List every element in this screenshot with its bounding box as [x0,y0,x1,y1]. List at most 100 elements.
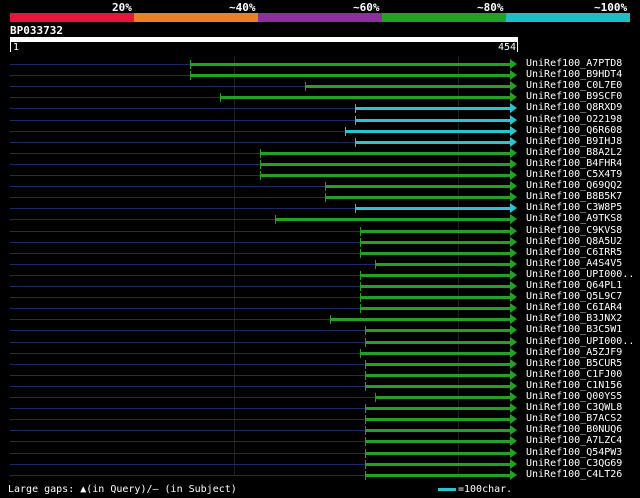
hit-end-arrow-icon [510,358,517,369]
hit-name-link[interactable]: UniRef100_Q5L9C7 [526,291,622,302]
hit-unaligned-line [10,219,275,221]
hit-unaligned-line [10,230,360,232]
hit-alignment-bar[interactable] [375,396,510,399]
hit-name-link[interactable]: UniRef100_Q69QQ2 [526,180,622,191]
hit-name-link[interactable]: UniRef100_B9SCF0 [526,91,622,102]
hit-name-link[interactable]: UniRef100_A5ZJF9 [526,347,622,358]
hit-alignment-bar[interactable] [365,340,510,344]
hit-name-link[interactable]: UniRef100_A4S4V5 [526,258,622,269]
hit-row[interactable]: UniRef100_C4LT26 [0,469,640,481]
hit-unaligned-line [10,152,260,154]
hit-alignment-bar[interactable] [365,429,510,433]
hit-unaligned-line [10,197,325,199]
hit-name-link[interactable]: UniRef100_Q64PL1 [526,280,622,291]
hit-alignment-bar[interactable] [365,462,510,466]
hit-name-link[interactable]: UniRef100_UPI000.. [526,336,634,347]
hit-alignment-bar[interactable] [305,85,510,89]
hit-alignment-bar[interactable] [375,262,510,266]
hit-unaligned-line [10,75,190,77]
hit-name-link[interactable]: UniRef100_C1FJ00 [526,369,622,380]
hit-name-link[interactable]: UniRef100_B9IHJ8 [526,136,622,147]
hit-alignment-bar[interactable] [365,329,510,333]
hit-alignment-bar[interactable] [360,251,510,255]
hit-alignment-bar[interactable] [275,218,510,222]
hit-name-link[interactable]: UniRef100_Q54PW3 [526,447,622,458]
hit-end-arrow-icon [510,392,517,402]
hit-alignment-bar[interactable] [355,140,510,144]
hit-name-link[interactable]: UniRef100_C1N156 [526,380,622,391]
hit-alignment-bar[interactable] [360,229,510,233]
hit-alignment-bar[interactable] [330,318,510,322]
hit-unaligned-line [10,441,365,443]
hit-unaligned-line [10,108,355,110]
hit-alignment-bar[interactable] [325,196,510,200]
hit-name-link[interactable]: UniRef100_A7LZC4 [526,435,622,446]
hit-unaligned-line [10,408,365,410]
hit-alignment-bar[interactable] [190,74,510,78]
hit-name-link[interactable]: UniRef100_C3W8P5 [526,202,622,213]
hit-alignment-bar[interactable] [360,307,510,311]
hit-name-link[interactable]: UniRef100_A9TKS8 [526,213,622,224]
hit-name-link[interactable]: UniRef100_B4FHR4 [526,158,622,169]
hit-alignment-bar[interactable] [360,273,510,277]
hit-alignment-bar[interactable] [260,174,510,177]
hit-alignment-bar[interactable] [365,451,510,455]
hit-unaligned-line [10,274,360,276]
hit-name-link[interactable]: UniRef100_C3QG69 [526,458,622,469]
hit-unaligned-line [10,141,355,143]
hit-alignment-bar[interactable] [365,440,510,444]
hit-alignment-bar[interactable] [365,407,510,411]
hit-unaligned-line [10,286,360,287]
hit-alignment-bar[interactable] [360,285,510,288]
hit-unaligned-line [10,86,305,88]
hit-end-arrow-icon [510,336,517,347]
hit-name-link[interactable]: UniRef100_B8A2L2 [526,147,622,158]
hit-alignment-bar[interactable] [355,107,510,111]
hit-alignment-bar[interactable] [355,207,510,211]
hit-alignment-bar[interactable] [260,162,510,166]
hit-alignment-bar[interactable] [365,373,510,377]
hit-name-link[interactable]: UniRef100_O22198 [526,114,622,125]
hit-name-link[interactable]: UniRef100_B0NUQ6 [526,424,622,435]
hit-alignment-bar[interactable] [220,96,510,100]
hit-name-link[interactable]: UniRef100_B8B5K7 [526,191,622,202]
hit-name-link[interactable]: UniRef100_Q00YS5 [526,391,622,402]
hit-alignment-bar[interactable] [325,185,510,189]
hit-name-link[interactable]: UniRef100_UPI000.. [526,269,634,280]
hit-name-link[interactable]: UniRef100_C6IAR4 [526,302,622,313]
hit-alignment-bar[interactable] [355,118,510,122]
hit-name-link[interactable]: UniRef100_Q8A5U2 [526,236,622,247]
hit-name-link[interactable]: UniRef100_B7ACS2 [526,413,622,424]
hit-name-link[interactable]: UniRef100_C6IRR5 [526,247,622,258]
hit-name-link[interactable]: UniRef100_C3QWL8 [526,402,622,413]
hit-alignment-bar[interactable] [365,362,510,366]
hit-alignment-bar[interactable] [365,418,510,422]
hit-alignment-bar[interactable] [365,384,510,388]
hit-alignment-bar[interactable] [365,473,510,477]
hit-name-link[interactable]: UniRef100_Q6R608 [526,125,622,136]
hit-name-link[interactable]: UniRef100_C4LT26 [526,469,622,480]
hit-name-link[interactable]: UniRef100_C0L7E0 [526,80,622,91]
hit-name-link[interactable]: UniRef100_Q8RXD9 [526,102,622,113]
hit-end-arrow-icon [510,403,517,414]
hit-name-link[interactable]: UniRef100_C9KVS8 [526,225,622,236]
hit-alignment-bar[interactable] [260,151,510,155]
hit-unaligned-line [10,374,365,376]
hit-end-arrow-icon [510,303,517,314]
hit-name-link[interactable]: UniRef100_B3JNX2 [526,313,622,324]
hit-name-link[interactable]: UniRef100_B5CUR5 [526,358,622,369]
gaps-legend: Large gaps: ▲(in Query)/– (in Subject) [8,484,237,495]
hit-alignment-bar[interactable] [360,240,510,244]
hit-end-arrow-icon [510,114,517,125]
hit-name-link[interactable]: UniRef100_B3C5W1 [526,324,622,335]
hit-name-link[interactable]: UniRef100_A7PTD8 [526,58,622,69]
hit-name-link[interactable]: UniRef100_B9HDT4 [526,69,622,80]
hit-name-link[interactable]: UniRef100_C5X4T9 [526,169,622,180]
hit-alignment-bar[interactable] [190,63,510,66]
hit-alignment-bar[interactable] [360,351,510,355]
hit-unaligned-line [10,119,355,121]
hit-end-arrow-icon [510,92,517,103]
hit-alignment-bar[interactable] [345,129,510,133]
hit-alignment-bar[interactable] [360,296,510,300]
hit-unaligned-line [10,330,365,332]
